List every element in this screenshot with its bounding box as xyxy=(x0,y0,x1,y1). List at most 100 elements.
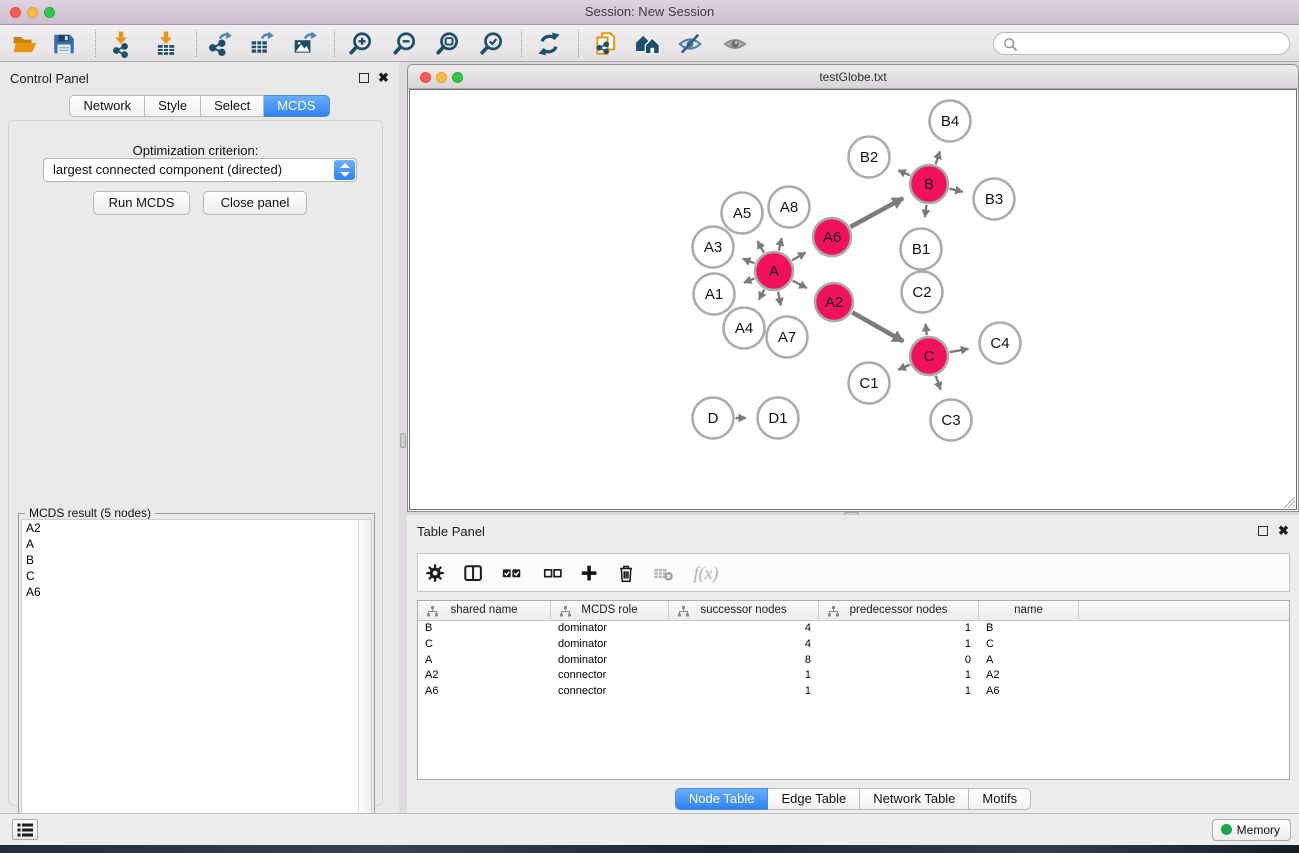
cell-predecessor-nodes[interactable]: 1 xyxy=(819,637,979,653)
edge-A-A8[interactable] xyxy=(779,238,782,250)
cell-successor-nodes[interactable]: 1 xyxy=(669,684,819,700)
network-canvas[interactable]: B4B2BB3A5A8A6A3B1AC2A1A2A4A7C4CC1C3DD1 xyxy=(409,89,1297,510)
cell-shared-name[interactable]: A xyxy=(418,653,551,669)
optimization-select[interactable]: largest connected component (directed) xyxy=(43,158,357,182)
close-panel-button[interactable]: Close panel xyxy=(203,191,307,215)
cell-name[interactable]: A xyxy=(979,653,1079,669)
column-header-successor-nodes[interactable]: successor nodes xyxy=(669,601,819,621)
cell-successor-nodes[interactable]: 8 xyxy=(669,653,819,669)
cell-predecessor-nodes[interactable]: 1 xyxy=(819,684,979,700)
delete-column-button[interactable] xyxy=(612,560,642,587)
table-row[interactable]: A2connector11A2 xyxy=(418,668,1289,684)
edge-A6-B[interactable] xyxy=(850,198,903,227)
zoom-selected-button[interactable] xyxy=(475,29,509,59)
table-row[interactable]: Adominator80A xyxy=(418,653,1289,669)
edge-C-C1[interactable] xyxy=(898,365,910,370)
cell-predecessor-nodes[interactable]: 0 xyxy=(819,653,979,669)
mcds-result-list[interactable]: A2ABCA6 xyxy=(21,519,372,849)
tab-network-table[interactable]: Network Table xyxy=(860,788,969,810)
cell-MCDS-role[interactable]: dominator xyxy=(551,637,669,653)
result-item[interactable]: B xyxy=(22,552,371,568)
result-item[interactable]: A2 xyxy=(22,520,371,536)
memory-button[interactable]: Memory xyxy=(1212,819,1291,841)
hide-visual-button[interactable] xyxy=(673,29,707,59)
edge-A-A7[interactable] xyxy=(778,292,781,306)
zoom-in-button[interactable] xyxy=(344,29,378,59)
cell-shared-name[interactable]: B xyxy=(418,621,551,637)
edge-C-C4[interactable] xyxy=(950,349,969,352)
cell-MCDS-role[interactable]: dominator xyxy=(551,653,669,669)
cell-MCDS-role[interactable]: dominator xyxy=(551,621,669,637)
new-network-from-selection-button[interactable] xyxy=(589,29,623,59)
column-header-predecessor-nodes[interactable]: predecessor nodes xyxy=(819,601,979,621)
import-network-button[interactable] xyxy=(104,29,138,59)
cell-name[interactable]: A2 xyxy=(979,668,1079,684)
tab-node-table[interactable]: Node Table xyxy=(675,788,769,810)
search-input[interactable] xyxy=(1022,35,1280,52)
export-image-button[interactable] xyxy=(288,29,322,59)
show-columns-button[interactable] xyxy=(459,560,489,587)
export-network-button[interactable] xyxy=(203,29,237,59)
close-panel-icon[interactable]: ✖ xyxy=(378,73,389,83)
edge-B-B1[interactable] xyxy=(925,205,927,217)
create-column-button[interactable] xyxy=(575,560,605,587)
cell-name[interactable]: C xyxy=(979,637,1079,653)
settings-button[interactable] xyxy=(421,560,451,587)
tab-mcds[interactable]: MCDS xyxy=(264,95,329,117)
cell-shared-name[interactable]: A6 xyxy=(418,684,551,700)
edge-A-A2[interactable] xyxy=(793,281,807,288)
tab-select[interactable]: Select xyxy=(201,95,264,117)
zoom-out-button[interactable] xyxy=(388,29,422,59)
cell-MCDS-role[interactable]: connector xyxy=(551,684,669,700)
table-row[interactable]: Cdominator41C xyxy=(418,637,1289,653)
cell-successor-nodes[interactable]: 1 xyxy=(669,668,819,684)
tab-network[interactable]: Network xyxy=(69,95,145,117)
unselect-all-button[interactable] xyxy=(538,560,568,587)
search-box[interactable] xyxy=(993,32,1290,55)
result-item[interactable]: C xyxy=(22,568,371,584)
edge-B-B4[interactable] xyxy=(936,151,940,164)
open-folder-button[interactable] xyxy=(8,29,42,59)
home-button[interactable] xyxy=(631,29,665,59)
import-table-button[interactable] xyxy=(149,29,183,59)
refresh-button[interactable] xyxy=(532,29,566,59)
function-builder-button[interactable]: f(x) xyxy=(686,560,726,587)
edge-B-B3[interactable] xyxy=(949,189,962,192)
edge-C-C3[interactable] xyxy=(936,376,941,390)
resize-grip-icon[interactable] xyxy=(1281,494,1295,508)
cell-predecessor-nodes[interactable]: 1 xyxy=(819,621,979,637)
table-close-icon[interactable]: ✖ xyxy=(1278,526,1289,536)
float-panel-icon[interactable] xyxy=(359,73,369,83)
cell-predecessor-nodes[interactable]: 1 xyxy=(819,668,979,684)
result-item[interactable]: A xyxy=(22,536,371,552)
table-row[interactable]: A6connector11A6 xyxy=(418,684,1289,700)
edge-B-B2[interactable] xyxy=(898,170,910,175)
cell-name[interactable]: A6 xyxy=(979,684,1079,700)
cell-MCDS-role[interactable]: connector xyxy=(551,668,669,684)
tab-edge-table[interactable]: Edge Table xyxy=(768,788,860,810)
cell-successor-nodes[interactable]: 4 xyxy=(669,637,819,653)
cell-shared-name[interactable]: A2 xyxy=(418,668,551,684)
column-header-shared-name[interactable]: shared name xyxy=(418,601,551,621)
zoom-fit-button[interactable] xyxy=(431,29,465,59)
splitter-grip-icon[interactable] xyxy=(400,433,406,448)
table-float-icon[interactable] xyxy=(1258,526,1268,536)
cell-successor-nodes[interactable]: 4 xyxy=(669,621,819,637)
select-all-button[interactable] xyxy=(497,560,527,587)
show-visual-button[interactable] xyxy=(718,29,752,59)
export-table-button[interactable] xyxy=(245,29,279,59)
edge-A-A1[interactable] xyxy=(744,279,755,283)
result-scrollbar[interactable] xyxy=(358,520,371,848)
run-mcds-button[interactable]: Run MCDS xyxy=(93,191,190,215)
task-history-button[interactable] xyxy=(12,819,38,840)
edge-A-A5[interactable] xyxy=(757,241,763,253)
result-item[interactable]: A6 xyxy=(22,584,371,600)
column-header-MCDS-role[interactable]: MCDS role xyxy=(551,601,669,621)
cell-shared-name[interactable]: C xyxy=(418,637,551,653)
edge-A2-C[interactable] xyxy=(852,312,903,341)
edge-C-C2[interactable] xyxy=(925,324,926,335)
edge-A-A6[interactable] xyxy=(792,252,806,260)
delete-table-button[interactable] xyxy=(649,560,679,587)
edge-A-A3[interactable] xyxy=(743,259,755,264)
cell-name[interactable]: B xyxy=(979,621,1079,637)
